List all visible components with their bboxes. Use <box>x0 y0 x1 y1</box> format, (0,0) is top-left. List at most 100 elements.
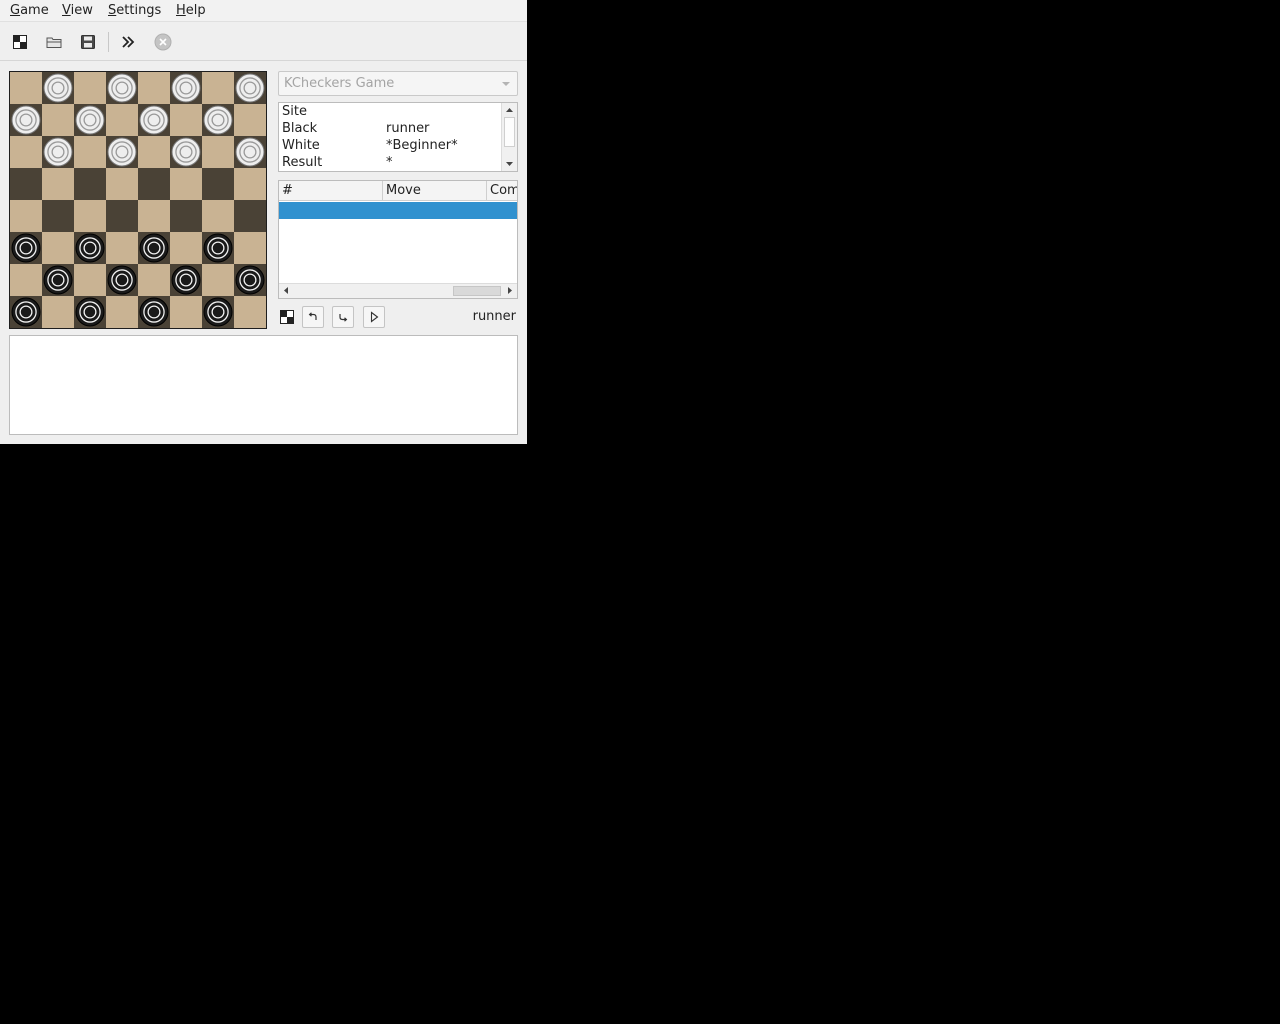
board-square-light[interactable] <box>106 232 138 264</box>
white-checker-piece[interactable] <box>43 137 73 167</box>
board-canvas[interactable] <box>10 72 266 328</box>
black-checker-piece[interactable] <box>11 233 41 263</box>
board-square-dark[interactable] <box>170 200 202 232</box>
black-checker-piece[interactable] <box>139 297 169 327</box>
column-header-move[interactable]: Move <box>383 181 487 200</box>
info-row-site[interactable]: Site <box>279 103 501 120</box>
board-square-light[interactable] <box>138 264 170 296</box>
info-row-black[interactable]: Black runner <box>279 120 501 137</box>
board-square-light[interactable] <box>170 104 202 136</box>
black-checker-piece[interactable] <box>75 233 105 263</box>
board-square-light[interactable] <box>202 264 234 296</box>
board-square-light[interactable] <box>202 136 234 168</box>
undo-move-button[interactable] <box>302 306 324 328</box>
info-row-white[interactable]: White *Beginner* <box>279 137 501 154</box>
board-square-light[interactable] <box>106 104 138 136</box>
black-checker-piece[interactable] <box>107 265 137 295</box>
white-checker-piece[interactable] <box>139 105 169 135</box>
board-square-light[interactable] <box>10 136 42 168</box>
board-square-light[interactable] <box>42 168 74 200</box>
redo-move-button[interactable] <box>332 306 354 328</box>
white-checker-piece[interactable] <box>235 137 265 167</box>
scroll-right-arrow-icon[interactable] <box>504 284 516 297</box>
white-checker-piece[interactable] <box>171 137 201 167</box>
board-square-light[interactable] <box>10 264 42 296</box>
board-square-light[interactable] <box>74 200 106 232</box>
white-checker-piece[interactable] <box>75 105 105 135</box>
black-checker-piece[interactable] <box>43 265 73 295</box>
white-checker-piece[interactable] <box>107 73 137 103</box>
board-square-light[interactable] <box>74 264 106 296</box>
board-square-light[interactable] <box>234 104 266 136</box>
board-square-light[interactable] <box>42 232 74 264</box>
info-key: Black <box>282 121 318 136</box>
scroll-down-arrow-icon[interactable] <box>502 158 517 170</box>
white-checker-piece[interactable] <box>43 73 73 103</box>
board-square-light[interactable] <box>106 168 138 200</box>
board-square-light[interactable] <box>170 232 202 264</box>
white-checker-piece[interactable] <box>107 137 137 167</box>
board-square-dark[interactable] <box>106 200 138 232</box>
board-square-dark[interactable] <box>74 168 106 200</box>
board-square-dark[interactable] <box>138 168 170 200</box>
scrollbar-thumb[interactable] <box>453 286 501 296</box>
black-checker-piece[interactable] <box>75 297 105 327</box>
menu-view[interactable]: View <box>62 2 93 20</box>
black-checker-piece[interactable] <box>203 297 233 327</box>
info-key: White <box>282 138 320 153</box>
info-vertical-scrollbar[interactable] <box>501 103 517 171</box>
board-square-dark[interactable] <box>202 168 234 200</box>
black-checker-piece[interactable] <box>11 297 41 327</box>
board-square-light[interactable] <box>138 72 170 104</box>
white-checker-piece[interactable] <box>11 105 41 135</box>
continue-button[interactable] <box>363 306 385 328</box>
board-square-light[interactable] <box>202 72 234 104</box>
menu-help[interactable]: Help <box>176 2 206 20</box>
game-select[interactable]: KCheckers Game <box>278 71 518 96</box>
black-checker-piece[interactable] <box>171 265 201 295</box>
board-square-dark[interactable] <box>234 200 266 232</box>
white-checker-piece[interactable] <box>235 73 265 103</box>
black-checker-piece[interactable] <box>235 265 265 295</box>
scroll-up-arrow-icon[interactable] <box>502 104 517 116</box>
board-square-light[interactable] <box>74 136 106 168</box>
board-square-light[interactable] <box>138 200 170 232</box>
board-square-light[interactable] <box>42 296 74 328</box>
white-checker-piece[interactable] <box>203 105 233 135</box>
board-square-light[interactable] <box>42 104 74 136</box>
game-info-table[interactable]: Site Black runner White *Beginner* Resul… <box>278 102 518 172</box>
board-square-light[interactable] <box>138 136 170 168</box>
column-header-comment[interactable]: Com <box>487 181 517 200</box>
selected-move-row[interactable] <box>279 202 517 219</box>
board-square-light[interactable] <box>10 72 42 104</box>
board-square-light[interactable] <box>234 296 266 328</box>
white-checker-piece[interactable] <box>171 73 201 103</box>
menu-settings[interactable]: Settings <box>108 2 161 20</box>
board-square-light[interactable] <box>106 296 138 328</box>
checkers-board[interactable] <box>9 71 267 329</box>
board-square-light[interactable] <box>170 296 202 328</box>
open-game-button[interactable] <box>42 30 66 54</box>
black-checker-piece[interactable] <box>139 233 169 263</box>
message-log[interactable] <box>9 335 518 435</box>
board-square-light[interactable] <box>74 72 106 104</box>
scrollbar-thumb[interactable] <box>504 117 515 147</box>
info-row-result[interactable]: Result * <box>279 154 501 171</box>
board-square-dark[interactable] <box>10 168 42 200</box>
board-square-light[interactable] <box>10 200 42 232</box>
next-round-button[interactable] <box>116 30 140 54</box>
board-square-light[interactable] <box>234 168 266 200</box>
moves-horizontal-scrollbar[interactable] <box>279 283 517 298</box>
new-game-button[interactable] <box>8 30 32 54</box>
menu-game[interactable]: Game <box>10 2 49 20</box>
board-square-dark[interactable] <box>42 200 74 232</box>
scroll-left-arrow-icon[interactable] <box>280 284 292 297</box>
moves-table[interactable]: # Move Com <box>278 180 518 299</box>
board-square-light[interactable] <box>234 232 266 264</box>
black-checker-piece[interactable] <box>203 233 233 263</box>
save-game-button[interactable] <box>76 30 100 54</box>
board-square-light[interactable] <box>202 200 234 232</box>
stop-button[interactable] <box>151 30 175 54</box>
column-header-number[interactable]: # <box>279 181 383 200</box>
board-square-light[interactable] <box>170 168 202 200</box>
